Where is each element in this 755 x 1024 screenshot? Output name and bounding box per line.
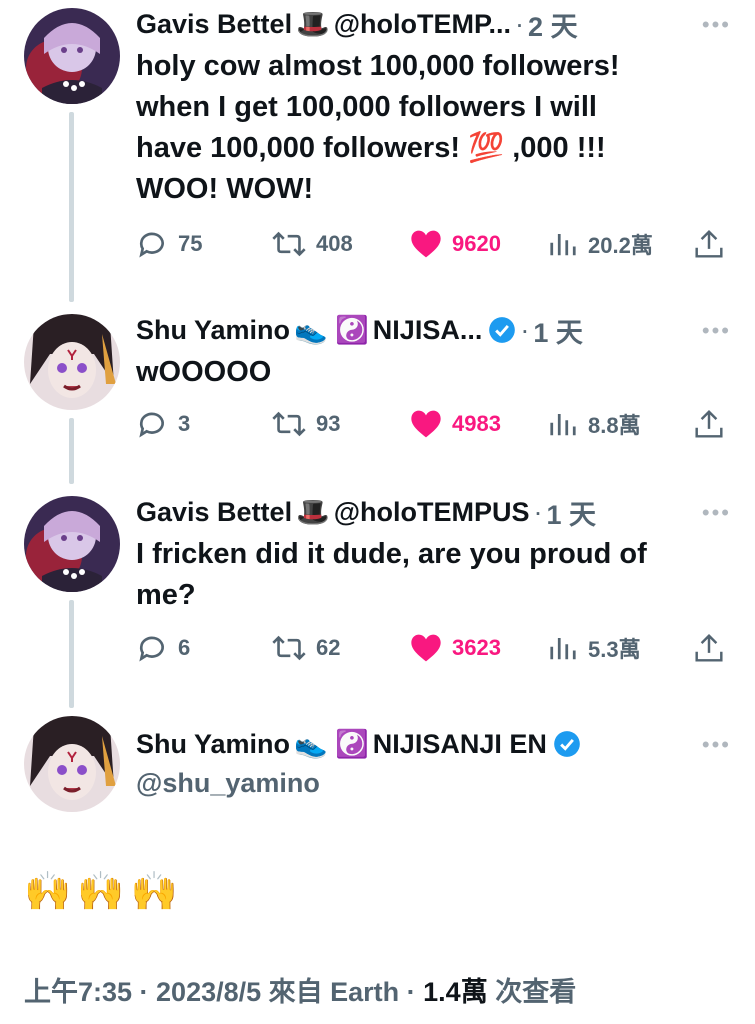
tweet-text: holy cow almost 100,000 followers! when … bbox=[136, 50, 620, 205]
tweet-header: Gavis Bettel 🎩 @holoTEMP... · 2 天 bbox=[136, 4, 731, 44]
share-button[interactable] bbox=[694, 632, 734, 664]
avatar[interactable] bbox=[24, 496, 120, 592]
views-button[interactable]: 20.2萬 bbox=[548, 228, 653, 260]
top-hat-icon: 🎩 bbox=[296, 9, 330, 39]
views-button[interactable]: 5.3萬 bbox=[548, 632, 641, 664]
verified-badge-icon bbox=[554, 731, 580, 757]
avatar[interactable] bbox=[24, 8, 120, 104]
view-count: 1.4萬 bbox=[423, 977, 488, 1007]
tweet-actions: 75 408 9620 20.2萬 bbox=[136, 224, 731, 264]
display-name[interactable]: Shu Yamino bbox=[136, 729, 290, 760]
tweet-header: Shu Yamino 👟 ☯️ NIJISA... · 1 天 bbox=[136, 310, 731, 350]
separator: · bbox=[515, 8, 525, 39]
share-icon bbox=[695, 229, 723, 258]
handle[interactable]: @holoTEMPUS bbox=[334, 497, 530, 528]
display-name[interactable]: Gavis Bettel bbox=[136, 9, 292, 40]
separator: · bbox=[533, 496, 543, 527]
tweet-header: Gavis Bettel 🎩 @holoTEMPUS · 1 天 bbox=[136, 492, 731, 532]
reply-button[interactable]: 6 bbox=[136, 632, 190, 664]
org-name[interactable]: NIJISANJI EN bbox=[373, 729, 547, 760]
like-button[interactable]: 9620 bbox=[410, 229, 501, 259]
reply-icon bbox=[139, 636, 164, 662]
avatar[interactable] bbox=[24, 716, 120, 812]
views-icon bbox=[550, 234, 576, 256]
reply-button[interactable]: 3 bbox=[136, 408, 190, 440]
views-label: 次查看 bbox=[487, 977, 577, 1007]
tweet-header: Shu Yamino 👟 ☯️ NIJISANJI EN bbox=[136, 724, 731, 764]
handle[interactable]: @shu_yamino bbox=[136, 768, 731, 799]
retweet-button[interactable]: 93 bbox=[272, 408, 340, 440]
share-button[interactable] bbox=[694, 228, 734, 260]
retweet-button[interactable]: 408 bbox=[272, 228, 353, 260]
reply-button[interactable]: 75 bbox=[136, 228, 202, 260]
timestamp[interactable]: 1 天 bbox=[547, 493, 597, 532]
reply-icon bbox=[139, 412, 164, 438]
handle[interactable]: @holoTEMP... bbox=[334, 9, 511, 40]
retweet-icon bbox=[272, 231, 306, 257]
reply-icon bbox=[139, 232, 164, 258]
retweet-button[interactable]: 62 bbox=[272, 632, 340, 664]
thread-line bbox=[69, 600, 74, 708]
tweet-text: I fricken did it dude, are you proud of … bbox=[136, 538, 647, 611]
more-icon[interactable]: ••• bbox=[702, 500, 731, 526]
shoe-yinyang-icon: 👟 ☯️ bbox=[294, 729, 369, 759]
tweet-actions: 6 62 3623 5.3萬 bbox=[136, 628, 731, 668]
timestamp[interactable]: 1 天 bbox=[533, 311, 583, 350]
more-icon[interactable]: ••• bbox=[702, 12, 731, 38]
share-button[interactable] bbox=[694, 408, 734, 440]
share-icon bbox=[695, 633, 723, 662]
timestamp-source[interactable]: 上午7:35 · 2023/8/5 來自 Earth · bbox=[24, 977, 423, 1007]
timestamp[interactable]: 2 天 bbox=[528, 5, 578, 44]
thread-line bbox=[69, 112, 74, 302]
display-name[interactable]: Gavis Bettel bbox=[136, 497, 292, 528]
top-hat-icon: 🎩 bbox=[296, 497, 330, 527]
retweet-icon bbox=[272, 635, 306, 661]
tweet-text: wOOOOO bbox=[136, 356, 272, 388]
retweet-icon bbox=[272, 411, 306, 437]
like-button[interactable]: 4983 bbox=[410, 409, 501, 439]
views-icon bbox=[550, 414, 576, 436]
verified-badge-icon bbox=[489, 317, 516, 343]
like-button[interactable]: 3623 bbox=[410, 633, 501, 663]
thread-line bbox=[69, 418, 74, 484]
avatar[interactable] bbox=[24, 314, 120, 410]
separator: · bbox=[520, 314, 530, 345]
views-button[interactable]: 8.8萬 bbox=[548, 408, 641, 440]
more-icon[interactable]: ••• bbox=[702, 318, 731, 344]
heart-icon bbox=[411, 230, 441, 258]
org-name[interactable]: NIJISA... bbox=[373, 315, 483, 346]
more-icon[interactable]: ••• bbox=[702, 732, 731, 758]
views-icon bbox=[550, 638, 576, 660]
shoe-yinyang-icon: 👟 ☯️ bbox=[294, 315, 369, 345]
tweet-text: 🙌🙌🙌 bbox=[24, 871, 184, 913]
share-icon bbox=[695, 409, 723, 438]
heart-icon bbox=[411, 634, 441, 662]
display-name[interactable]: Shu Yamino bbox=[136, 315, 290, 346]
tweet-actions: 3 93 4983 8.8萬 bbox=[136, 404, 731, 444]
heart-icon bbox=[411, 410, 441, 438]
tweet-meta: 上午7:35 · 2023/8/5 來自 Earth · 1.4萬 次查看 bbox=[24, 970, 576, 1009]
